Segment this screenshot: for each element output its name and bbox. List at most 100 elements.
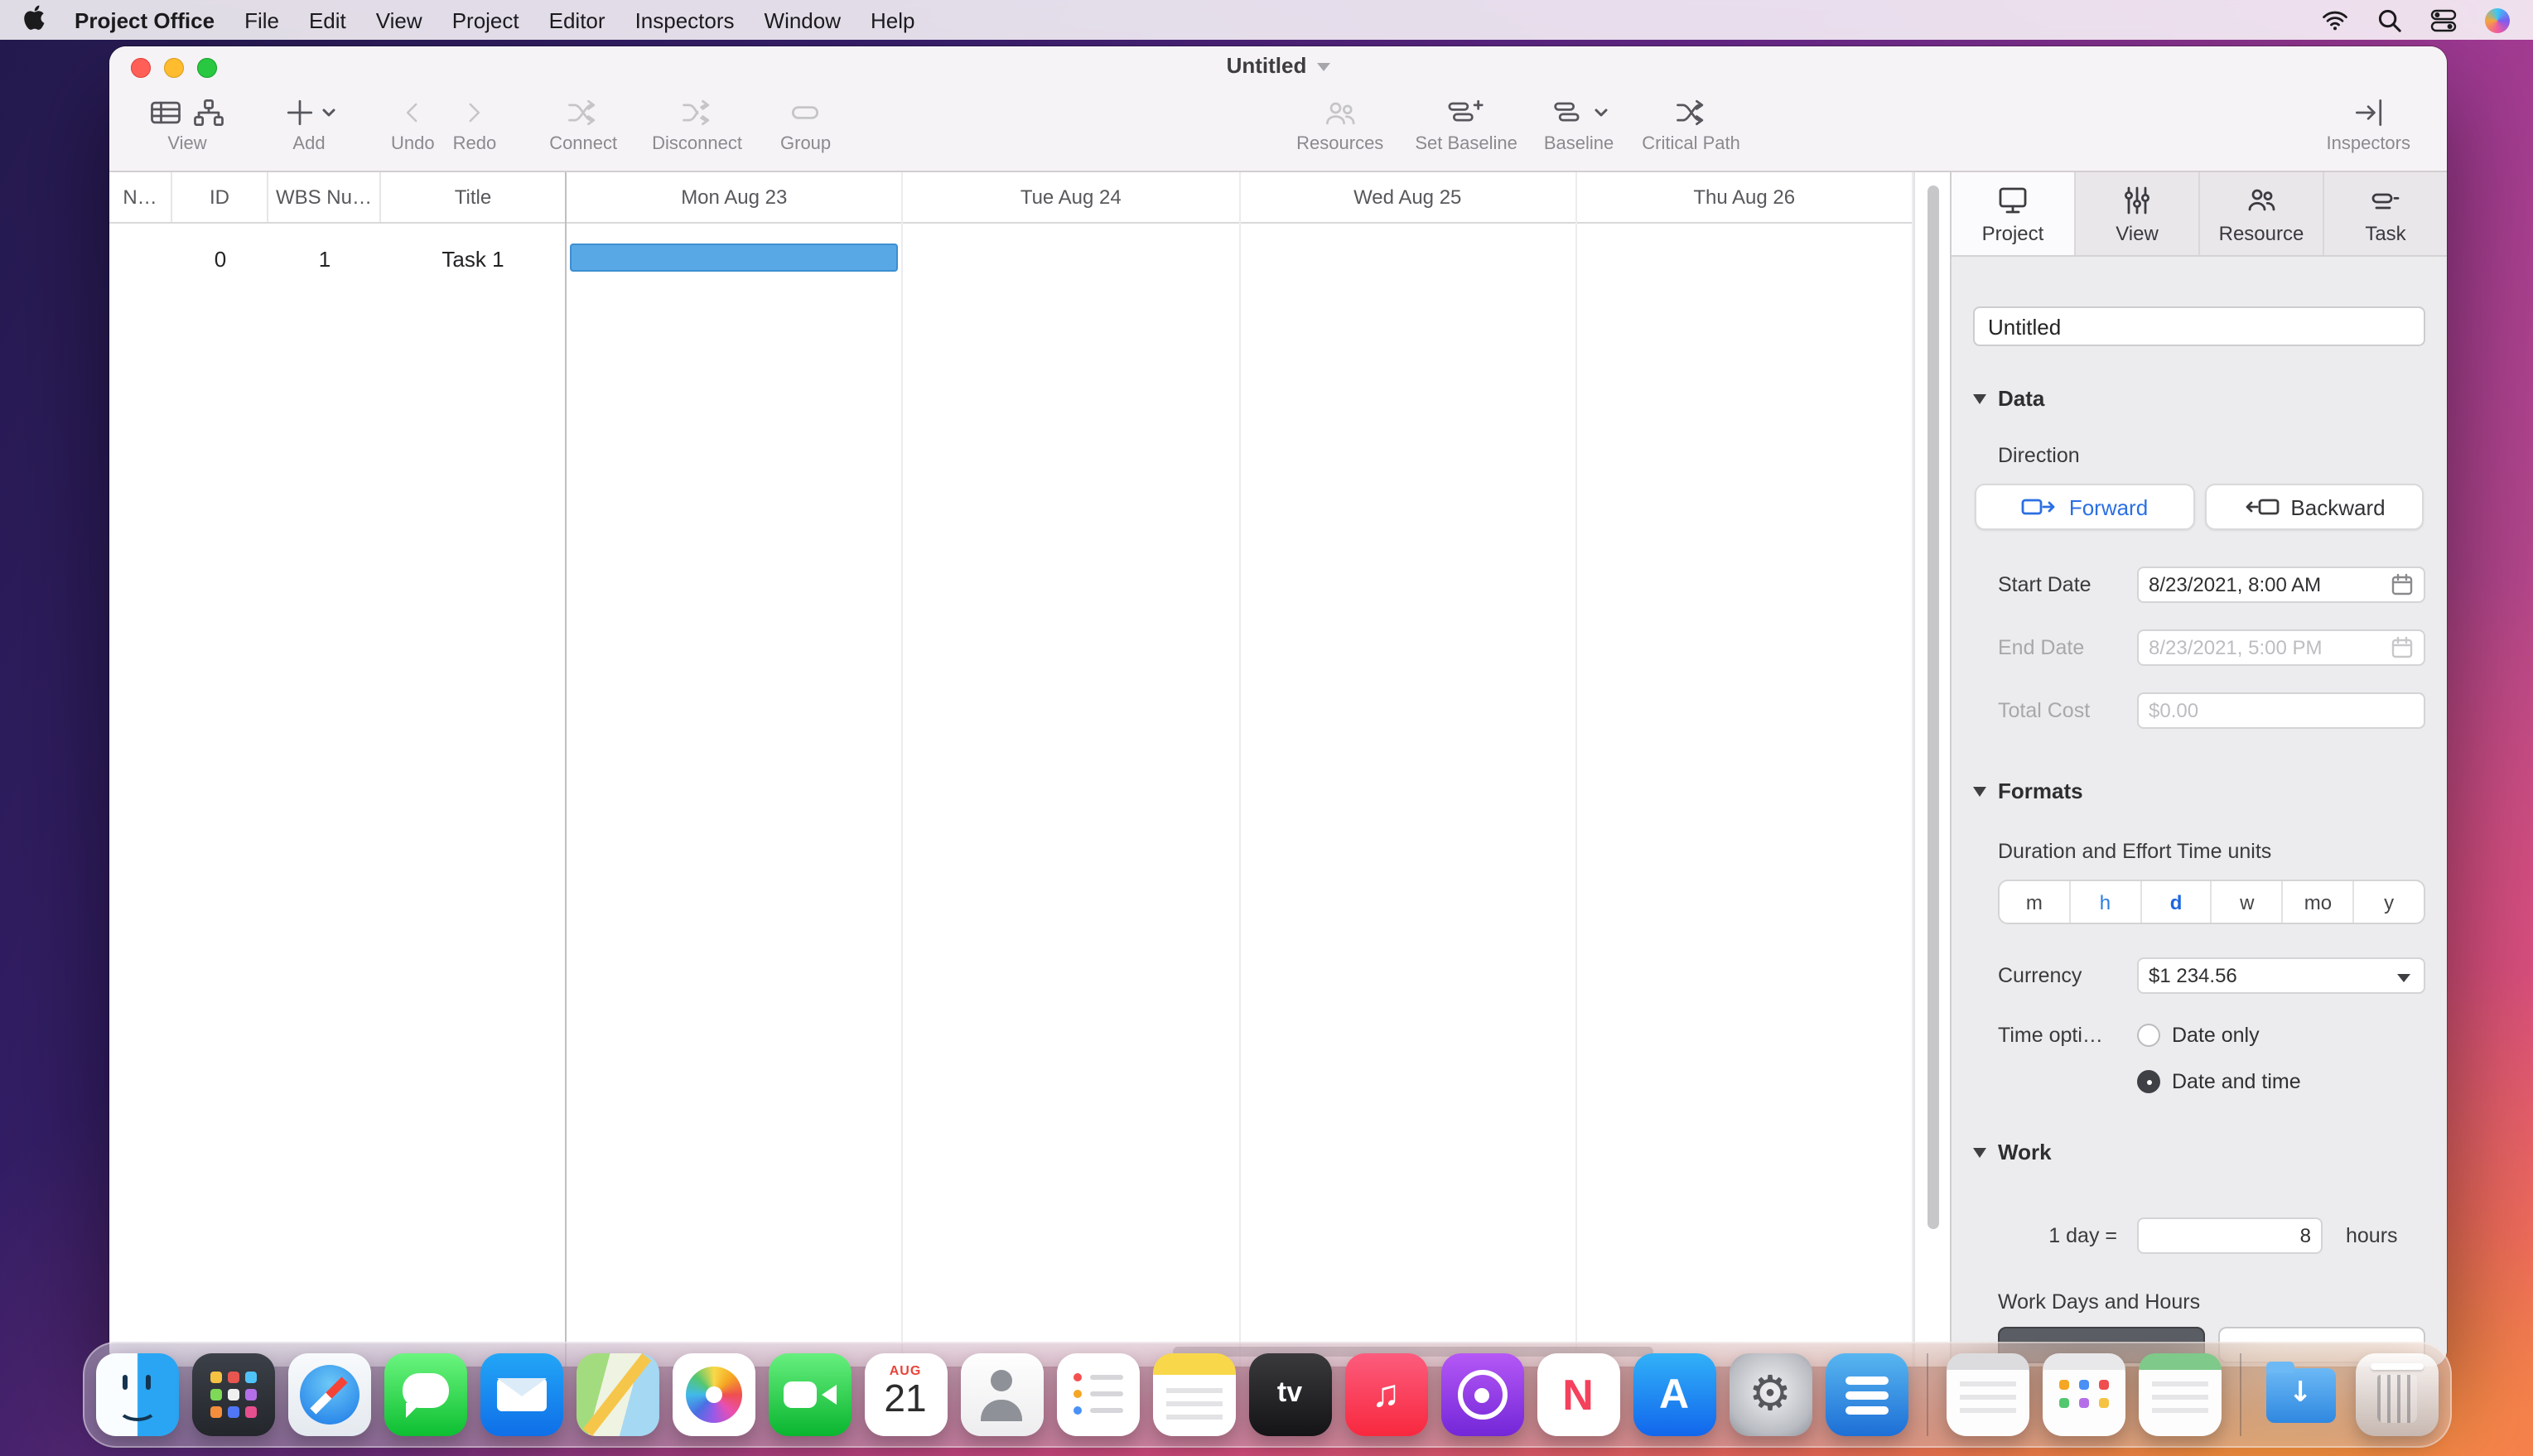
group-icon[interactable] (786, 94, 826, 130)
baseline-icon[interactable] (1550, 94, 1590, 130)
control-center-icon[interactable] (2430, 7, 2457, 32)
menu-window[interactable]: Window (765, 7, 842, 32)
toolbar-critical-path-button[interactable]: Critical Path (1642, 91, 1740, 154)
menu-project[interactable]: Project (452, 7, 519, 32)
total-cost-field[interactable]: $0.00 (2137, 692, 2425, 729)
date-only-radio[interactable]: Date only (2137, 1024, 2425, 1047)
toolbar-set-baseline-button[interactable]: Set Baseline (1415, 91, 1517, 154)
dock-finder-icon[interactable] (95, 1353, 178, 1436)
baseline-chevron-down-icon[interactable] (1593, 105, 1608, 118)
column-header-number[interactable]: N… (109, 172, 172, 222)
toolbar-baseline-button[interactable]: Baseline (1544, 91, 1614, 154)
task-bar[interactable] (570, 243, 899, 272)
toolbar-inspectors-button[interactable]: Inspectors (2327, 91, 2411, 154)
menu-help[interactable]: Help (871, 7, 915, 32)
dock-launchpad-icon[interactable] (191, 1353, 274, 1436)
dock-contacts-icon[interactable] (960, 1353, 1043, 1436)
inspectors-panel-icon[interactable] (2348, 94, 2388, 130)
toolbar-redo-button[interactable]: Redo (453, 91, 497, 154)
toolbar-undo-button[interactable]: Undo (391, 91, 435, 154)
undo-icon[interactable] (396, 94, 429, 130)
disclosure-triangle-icon[interactable] (1973, 393, 1986, 403)
dock-mail-icon[interactable] (480, 1353, 562, 1436)
unit-months[interactable]: mo (2284, 881, 2355, 923)
menu-editor[interactable]: Editor (549, 7, 606, 32)
dock-project-office-icon[interactable] (1825, 1353, 1908, 1436)
title-chevron-down-icon[interactable] (1316, 63, 1329, 71)
apple-menu-icon[interactable] (23, 5, 45, 35)
unit-years[interactable]: y (2354, 881, 2424, 923)
dock-photos-icon[interactable] (672, 1353, 755, 1436)
dock-calendar-icon[interactable]: AUG 21 (864, 1353, 947, 1436)
toolbar-group-button[interactable]: Group (780, 91, 831, 154)
project-name-input[interactable] (1973, 306, 2425, 346)
toolbar-disconnect-button[interactable]: Disconnect (652, 91, 742, 154)
gantt-view-icon[interactable] (146, 94, 186, 130)
wifi-icon[interactable] (2321, 8, 2349, 31)
dock-podcasts-icon[interactable] (1440, 1353, 1523, 1436)
end-date-field[interactable]: 8/23/2021, 5:00 PM (2137, 629, 2425, 666)
date-and-time-radio[interactable]: Date and time (2137, 1070, 2425, 1093)
add-chevron-down-icon[interactable] (321, 105, 336, 118)
tab-project[interactable]: Project (1952, 172, 2076, 255)
toolbar-connect-button[interactable]: Connect (549, 91, 617, 154)
dock-music-icon[interactable] (1344, 1353, 1427, 1436)
calendar-icon[interactable] (2391, 573, 2414, 596)
dock-tv-icon[interactable] (1248, 1353, 1331, 1436)
plus-icon[interactable] (282, 94, 318, 130)
dock-trash-icon[interactable] (2355, 1353, 2438, 1436)
menu-app-name[interactable]: Project Office (75, 7, 215, 32)
data-section-header[interactable]: Data (1973, 386, 2425, 411)
dock-minimized-window-2[interactable] (2042, 1353, 2125, 1436)
column-header-id[interactable]: ID (172, 172, 268, 222)
unit-weeks[interactable]: w (2212, 881, 2284, 923)
dock-facetime-icon[interactable] (768, 1353, 851, 1436)
dock-appstore-icon[interactable] (1633, 1353, 1715, 1436)
critical-path-icon[interactable] (1672, 94, 1711, 130)
formats-section-header[interactable]: Formats (1973, 779, 2425, 803)
dock-minimized-window-1[interactable] (1946, 1353, 2029, 1436)
disclosure-triangle-icon[interactable] (1973, 1147, 1986, 1157)
disclosure-triangle-icon[interactable] (1973, 786, 1986, 796)
toolbar-view-button[interactable]: View (146, 91, 229, 154)
unit-hours[interactable]: h (2071, 881, 2142, 923)
start-date-field[interactable]: 8/23/2021, 8:00 AM (2137, 566, 2425, 603)
dock-minimized-window-3[interactable] (2138, 1353, 2221, 1436)
tab-resource[interactable]: Resource (2200, 172, 2324, 255)
column-header-wbs[interactable]: WBS Nu… (268, 172, 381, 222)
menu-view[interactable]: View (376, 7, 422, 32)
menu-edit[interactable]: Edit (309, 7, 346, 32)
menu-file[interactable]: File (244, 7, 279, 32)
forward-button[interactable]: Forward (1975, 484, 2194, 530)
unit-days[interactable]: d (2141, 881, 2212, 923)
siri-icon[interactable] (2485, 7, 2510, 32)
set-baseline-icon[interactable] (1445, 94, 1488, 130)
dock-downloads-icon[interactable]: ↓ (2259, 1353, 2342, 1436)
people-icon[interactable] (1320, 94, 1360, 130)
dock-reminders-icon[interactable] (1056, 1353, 1139, 1436)
unit-minutes[interactable]: m (2000, 881, 2071, 923)
dock-maps-icon[interactable] (576, 1353, 659, 1436)
dock-messages-icon[interactable] (384, 1353, 466, 1436)
dock-safari-icon[interactable] (287, 1353, 370, 1436)
column-header-title[interactable]: Title (381, 172, 565, 222)
work-section-header[interactable]: Work (1973, 1140, 2425, 1164)
redo-icon[interactable] (458, 94, 491, 130)
backward-button[interactable]: Backward (2204, 484, 2424, 530)
dock-notes-icon[interactable] (1152, 1353, 1235, 1436)
search-icon[interactable] (2377, 7, 2402, 32)
network-view-icon[interactable] (189, 94, 229, 130)
toolbar-resources-button[interactable]: Resources (1296, 91, 1383, 154)
vertical-scrollbar[interactable] (1927, 186, 1938, 1229)
tab-task[interactable]: Task (2324, 172, 2447, 255)
radio-on-icon[interactable] (2137, 1070, 2160, 1093)
dock-news-icon[interactable] (1537, 1353, 1619, 1436)
connect-icon[interactable] (563, 94, 603, 130)
currency-dropdown[interactable]: $1 234.56 (2137, 957, 2425, 994)
menu-inspectors[interactable]: Inspectors (635, 7, 735, 32)
disconnect-icon[interactable] (678, 94, 717, 130)
dock-system-preferences-icon[interactable] (1729, 1353, 1812, 1436)
tab-view[interactable]: View (2076, 172, 2200, 255)
hours-per-day-input[interactable]: 8 (2137, 1217, 2323, 1254)
radio-off-icon[interactable] (2137, 1024, 2160, 1047)
